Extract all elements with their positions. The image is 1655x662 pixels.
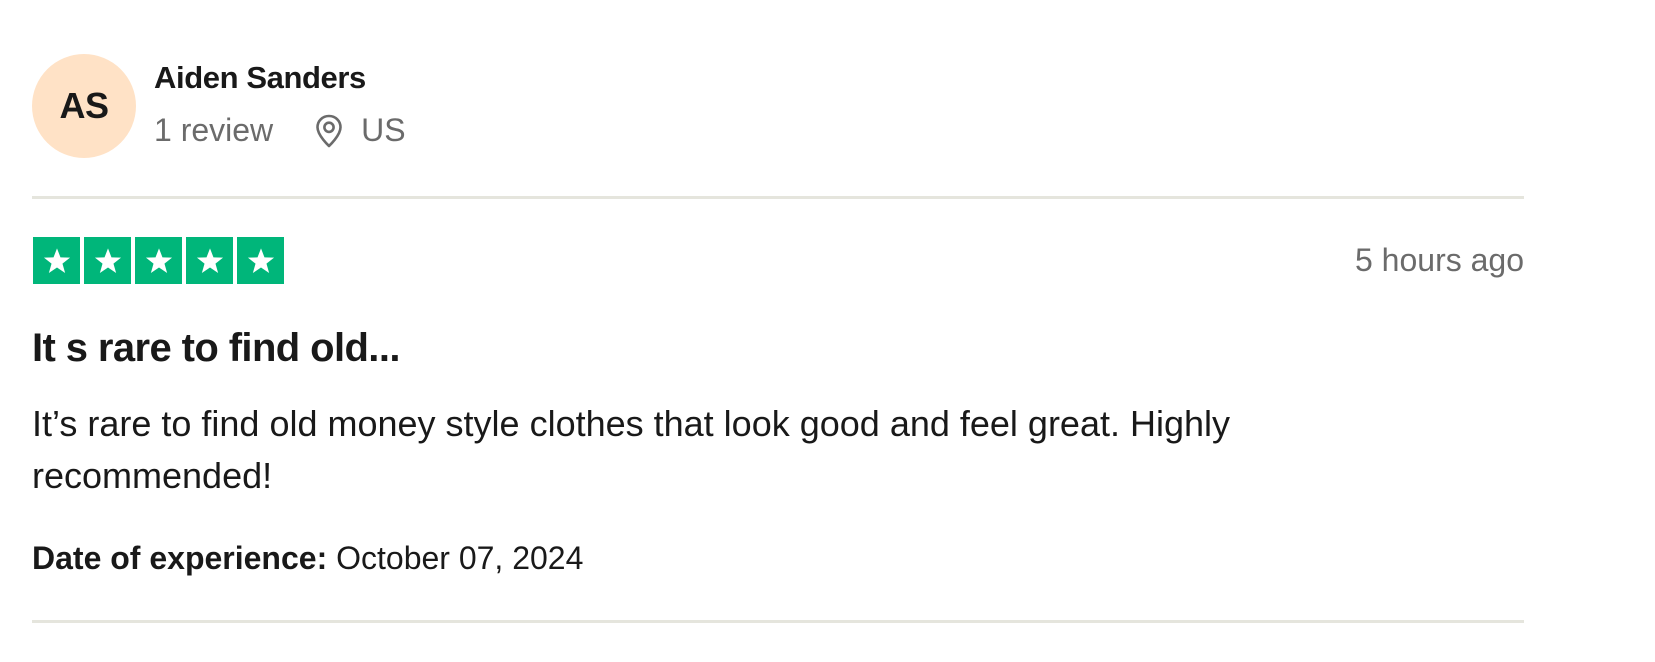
review-card: AS Aiden Sanders 1 review US 5 hours ago… [32, 0, 1524, 662]
star-icon [84, 237, 131, 284]
divider [32, 620, 1524, 623]
location-pin-icon [315, 114, 343, 148]
review-title[interactable]: It s rare to find old... [32, 326, 400, 371]
date-of-experience: Date of experience: October 07, 2024 [32, 540, 583, 577]
review-count: 1 review [154, 112, 274, 148]
star-icon [186, 237, 233, 284]
star-icon [33, 237, 80, 284]
review-body: It’s rare to find old money style clothe… [32, 403, 1231, 496]
star-rating [33, 237, 284, 284]
experience-date: October 07, 2024 [336, 540, 584, 576]
reviewer-name[interactable]: Aiden Sanders [154, 60, 366, 96]
review-time: 5 hours ago [1354, 242, 1524, 278]
avatar-initials: AS [59, 85, 109, 126]
reviewer-location: US [315, 112, 406, 149]
reviewer-country: US [361, 112, 406, 148]
reviewer-meta: 1 review US [154, 112, 406, 149]
star-icon [135, 237, 182, 284]
experience-label: Date of experience: [32, 540, 337, 576]
reviewer-header: AS Aiden Sanders 1 review US [32, 54, 1524, 158]
divider [32, 196, 1524, 199]
avatar[interactable]: AS [32, 54, 136, 158]
star-icon [237, 237, 284, 284]
